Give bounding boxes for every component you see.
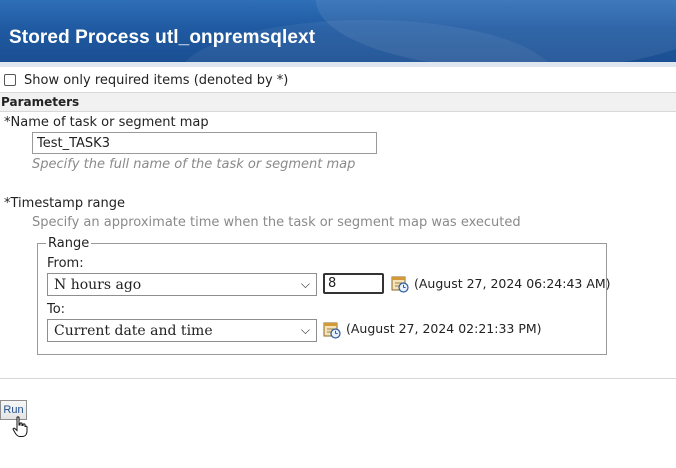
show-required-checkbox[interactable]: [4, 74, 16, 86]
calendar-clock-icon[interactable]: [391, 275, 409, 293]
header-divider: [0, 62, 676, 67]
from-label: From:: [47, 256, 84, 271]
to-resolved-timestamp: (August 27, 2024 02:21:33 PM): [346, 321, 542, 336]
hand-cursor-icon: [12, 416, 28, 437]
task-name-input[interactable]: [32, 132, 377, 154]
page-title: Stored Process utl_onpremsqlext: [9, 27, 316, 48]
task-name-label: *Name of task or segment map: [4, 115, 209, 130]
from-resolved-timestamp: (August 27, 2024 06:24:43 AM): [414, 276, 611, 291]
range-legend: Range: [48, 236, 90, 251]
page-header: Stored Process utl_onpremsqlext: [0, 0, 676, 62]
section-title: Parameters: [1, 95, 80, 109]
show-required-label: Show only required items (denoted by *): [24, 72, 289, 88]
from-select-value: N hours ago: [54, 277, 142, 293]
timestamp-range-label: *Timestamp range: [4, 196, 125, 211]
timestamp-range-help: Specify an approximate time when the tas…: [32, 215, 521, 230]
form-divider: [0, 378, 676, 379]
task-name-help: Specify the full name of the task or seg…: [32, 157, 356, 172]
parameters-section-header: Parameters: [0, 92, 676, 112]
to-label: To:: [47, 302, 66, 317]
to-select-value: Current date and time: [54, 323, 213, 339]
to-select[interactable]: Current date and time ⌵: [47, 319, 317, 342]
chevron-down-icon: ⌵: [300, 277, 310, 291]
hours-input[interactable]: 8: [323, 273, 384, 294]
show-required-option[interactable]: Show only required items (denoted by *): [4, 71, 288, 89]
chevron-down-icon: ⌵: [300, 323, 310, 337]
calendar-clock-icon[interactable]: [323, 321, 341, 339]
from-select[interactable]: N hours ago ⌵: [47, 273, 317, 296]
